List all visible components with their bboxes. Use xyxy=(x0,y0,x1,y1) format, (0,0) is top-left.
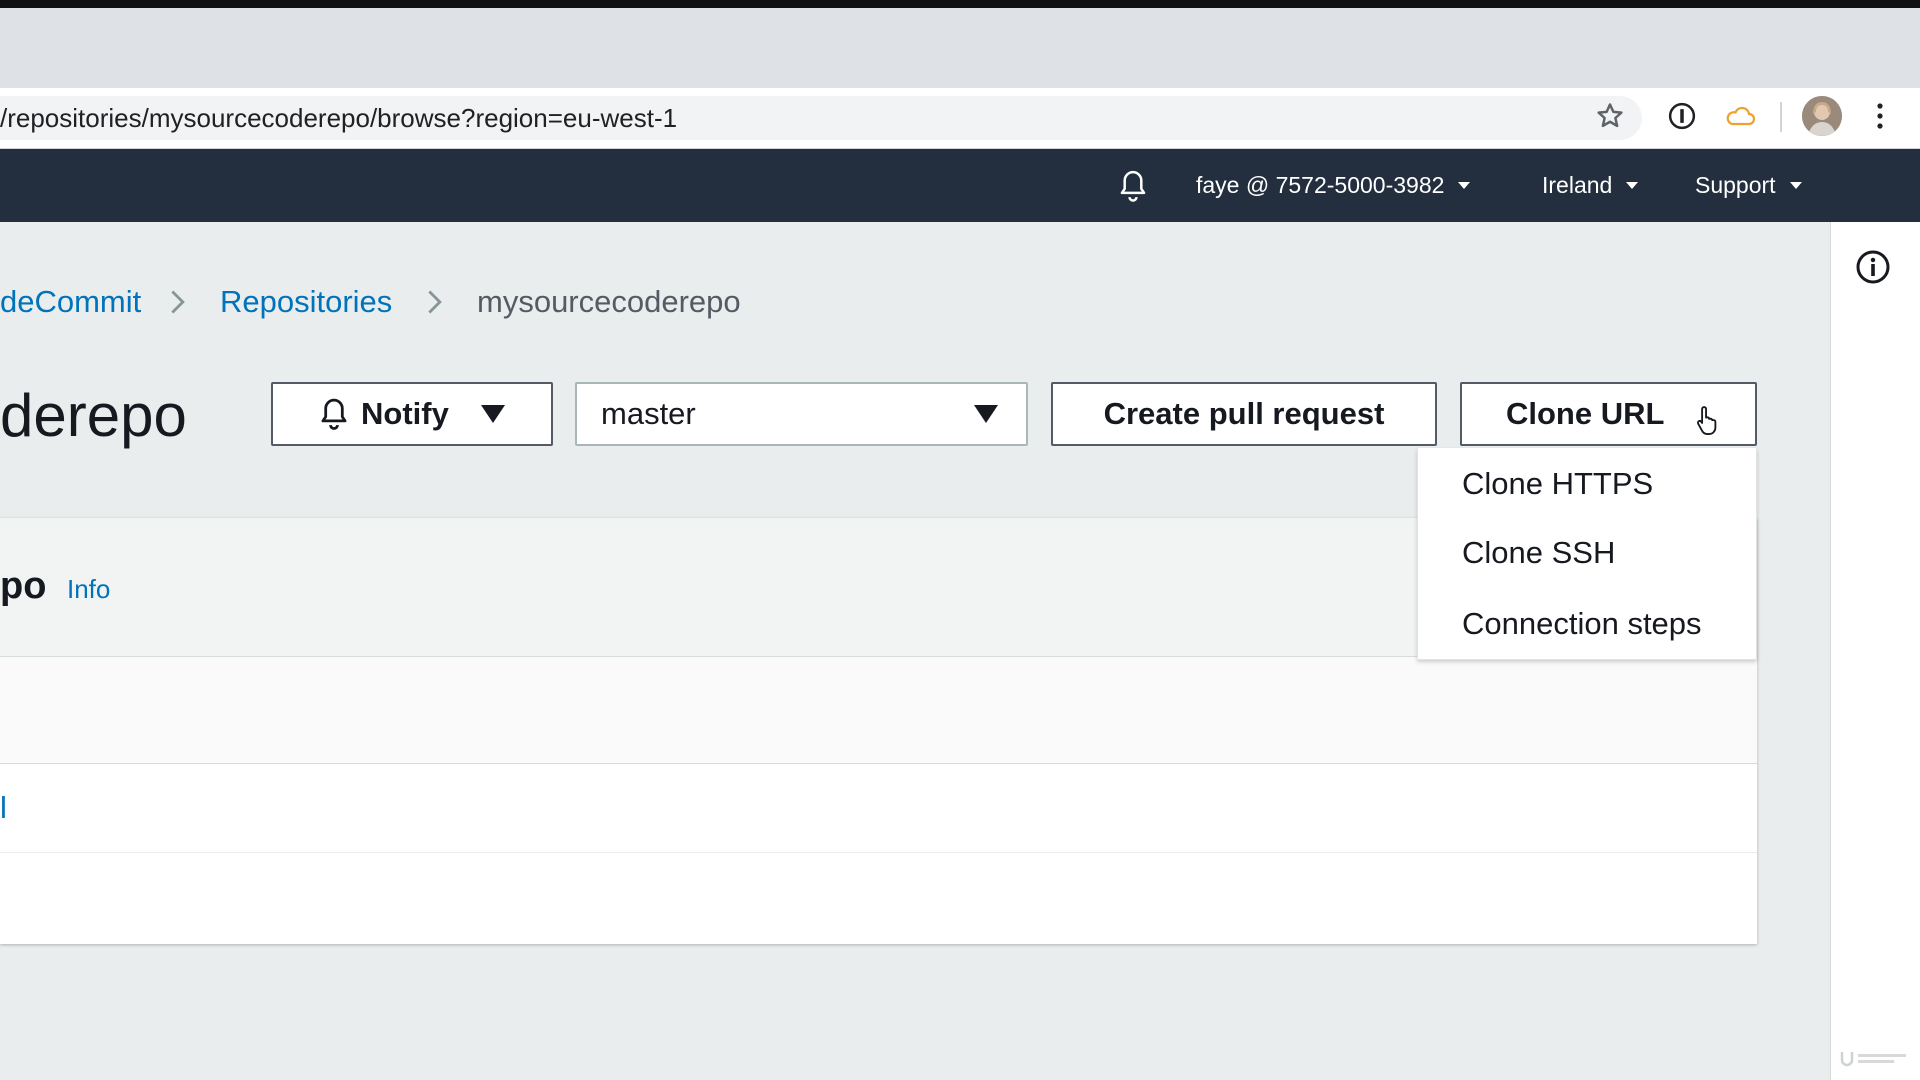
branch-value: master xyxy=(601,396,696,431)
cursor-icon xyxy=(1696,406,1717,435)
toolbar-divider xyxy=(1780,102,1782,132)
page-title: derepo xyxy=(0,382,187,449)
create-pull-request-button[interactable]: Create pull request xyxy=(1051,382,1437,446)
branch-select[interactable]: master xyxy=(575,382,1028,446)
clone-url-button[interactable]: Clone URL xyxy=(1460,382,1757,446)
table-header-row xyxy=(0,657,1757,764)
chevron-down-icon xyxy=(1458,182,1471,189)
password-manager-icon[interactable] xyxy=(1664,98,1700,134)
breadcrumb-current: mysourcecoderepo xyxy=(477,284,741,319)
bell-icon xyxy=(321,398,347,430)
bell-icon[interactable] xyxy=(1116,149,1150,222)
window-top-strip xyxy=(0,0,1920,8)
browser-tab-bar xyxy=(0,8,1920,88)
chevron-right-icon xyxy=(428,290,442,314)
menu-item-clone-ssh[interactable]: Clone SSH xyxy=(1462,533,1615,573)
region-label: Ireland xyxy=(1542,172,1613,198)
table-row-link[interactable]: l xyxy=(0,790,7,826)
info-link[interactable]: Info xyxy=(67,574,110,604)
menu-item-clone-https[interactable]: Clone HTTPS xyxy=(1462,464,1653,504)
info-icon[interactable] xyxy=(1855,249,1891,285)
cloud-icon[interactable] xyxy=(1722,98,1758,134)
clone-url-menu: Clone HTTPS Clone SSH Connection steps xyxy=(1417,448,1757,660)
breadcrumb-link-codecommit[interactable]: deCommit xyxy=(0,278,141,326)
support-menu[interactable]: Support xyxy=(1695,149,1802,222)
account-menu[interactable]: faye @ 7572-5000-3982 xyxy=(1196,149,1471,222)
aws-top-nav: faye @ 7572-5000-3982 Ireland Support xyxy=(0,149,1920,222)
chevron-right-icon xyxy=(171,290,185,314)
breadcrumb: deCommit Repositories mysourcecoderepo xyxy=(0,278,800,328)
account-label: faye @ 7572-5000-3982 xyxy=(1196,172,1445,198)
menu-item-connection-steps[interactable]: Connection steps xyxy=(1462,604,1702,644)
star-icon[interactable] xyxy=(1592,98,1628,134)
notify-button[interactable]: Notify xyxy=(271,382,553,446)
create-pr-label: Create pull request xyxy=(1103,396,1385,431)
caret-down-icon xyxy=(974,405,998,423)
profile-avatar[interactable] xyxy=(1802,96,1842,136)
panel-title: po xyxy=(0,565,47,607)
chevron-down-icon xyxy=(1789,182,1802,189)
help-panel-rail xyxy=(1830,222,1920,1080)
more-menu-icon[interactable] xyxy=(1862,98,1898,134)
chevron-down-icon xyxy=(1626,182,1639,189)
address-bar-url[interactable]: /repositories/mysourcecoderepo/browse?re… xyxy=(0,103,677,133)
breadcrumb-link-repositories[interactable]: Repositories xyxy=(220,278,392,326)
table-row xyxy=(0,764,1757,853)
clone-url-label: Clone URL xyxy=(1506,396,1665,431)
video-watermark-logo xyxy=(1838,1046,1910,1075)
caret-down-icon xyxy=(480,405,505,423)
region-menu[interactable]: Ireland xyxy=(1542,149,1639,222)
notify-label: Notify xyxy=(361,396,449,431)
support-label: Support xyxy=(1695,172,1776,198)
